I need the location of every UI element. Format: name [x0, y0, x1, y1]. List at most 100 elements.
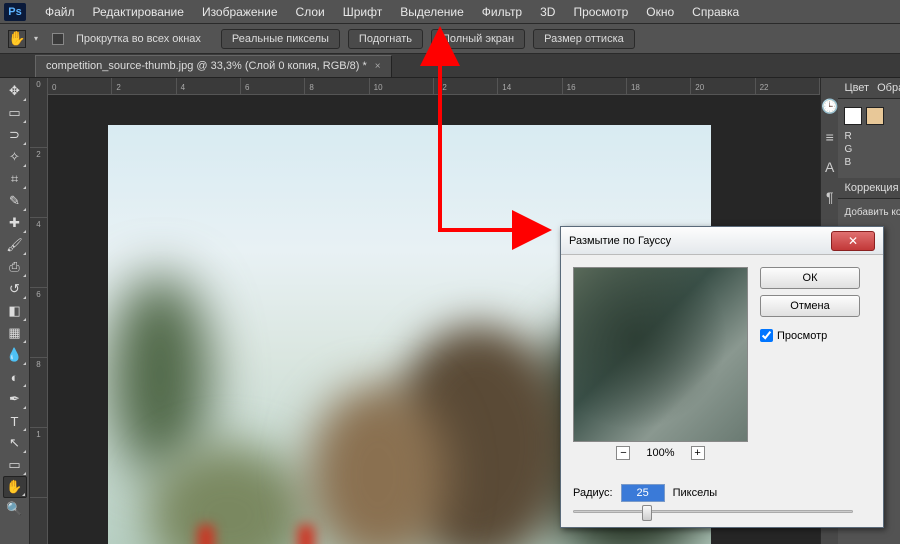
radius-slider[interactable]: [573, 510, 853, 513]
crop-tool[interactable]: ⌗: [3, 168, 27, 190]
gaussian-blur-dialog[interactable]: Размытие по Гауссу ✕ − 100% + ОК Отмена …: [560, 226, 884, 528]
hand-tool-icon[interactable]: ✋: [8, 30, 26, 48]
path-tool[interactable]: ↖: [3, 432, 27, 454]
blur-preview[interactable]: [573, 267, 748, 442]
ruler-h-tick: 2: [112, 78, 176, 94]
color-panel-body: R G B: [838, 99, 900, 178]
document-tab[interactable]: competition_source-thumb.jpg @ 33,3% (Сл…: [35, 55, 392, 77]
foreground-swatch[interactable]: [844, 107, 862, 125]
document-tab-bar: competition_source-thumb.jpg @ 33,3% (Сл…: [0, 54, 900, 78]
scroll-all-label: Прокрутка во всех окнах: [76, 33, 201, 45]
ruler-v-tick: 4: [30, 218, 47, 288]
menu-view[interactable]: Просмотр: [564, 1, 637, 23]
ruler-h-tick: 14: [498, 78, 562, 94]
hand-tool[interactable]: ✋: [3, 476, 27, 498]
lasso-tool[interactable]: ⊃: [3, 124, 27, 146]
zoom-out-button[interactable]: −: [616, 446, 630, 460]
menu-bar: Ps Файл Редактирование Изображение Слои …: [0, 0, 900, 24]
dodge-tool[interactable]: ◐: [3, 366, 27, 388]
menu-help[interactable]: Справка: [683, 1, 748, 23]
gradient-tool[interactable]: ▦: [3, 322, 27, 344]
eyedropper-tool[interactable]: ✎: [3, 190, 27, 212]
radius-unit: Пикселы: [673, 487, 718, 499]
ps-logo: Ps: [4, 3, 26, 21]
character-panel-icon[interactable]: A: [825, 159, 834, 175]
b-label: B: [844, 157, 851, 168]
menu-window[interactable]: Окно: [637, 1, 683, 23]
document-tab-title: competition_source-thumb.jpg @ 33,3% (Сл…: [46, 60, 367, 72]
background-swatch[interactable]: [866, 107, 884, 125]
ruler-h-tick: 22: [756, 78, 820, 94]
tab-close-icon[interactable]: ×: [375, 61, 381, 72]
zoom-level: 100%: [646, 447, 674, 459]
menu-edit[interactable]: Редактирование: [84, 1, 193, 23]
vertical-ruler: 0 2 4 6 8 1: [30, 78, 48, 544]
ruler-v-tick: 1: [30, 428, 47, 498]
ruler-h-tick: 4: [177, 78, 241, 94]
menu-select[interactable]: Выделение: [391, 1, 473, 23]
menu-filter[interactable]: Фильтр: [473, 1, 531, 23]
dialog-close-button[interactable]: ✕: [831, 231, 875, 251]
brush-tool[interactable]: 🖌: [3, 234, 27, 256]
actual-pixels-button[interactable]: Реальные пикселы: [221, 29, 340, 49]
r-label: R: [844, 131, 851, 142]
menu-type[interactable]: Шрифт: [334, 1, 391, 23]
ok-button[interactable]: ОК: [760, 267, 860, 289]
adjustments-tab[interactable]: Коррекция: [838, 178, 900, 199]
ruler-h-tick: 6: [241, 78, 305, 94]
ruler-v-tick: 2: [30, 148, 47, 218]
ruler-h-tick: 0: [48, 78, 112, 94]
ruler-v-tick: 8: [30, 358, 47, 428]
dialog-title: Размытие по Гауссу: [569, 235, 831, 247]
shape-tool[interactable]: ▭: [3, 454, 27, 476]
preview-label: Просмотр: [777, 330, 827, 342]
color-tab[interactable]: Цвет: [844, 82, 869, 94]
ruler-h-tick: 12: [434, 78, 498, 94]
ruler-v-tick: 6: [30, 288, 47, 358]
cancel-button[interactable]: Отмена: [760, 295, 860, 317]
radius-label: Радиус:: [573, 487, 613, 499]
menu-3d[interactable]: 3D: [531, 1, 564, 23]
history-brush-tool[interactable]: ↺: [3, 278, 27, 300]
dialog-titlebar[interactable]: Размытие по Гауссу ✕: [561, 227, 883, 255]
ruler-v-tick: 0: [30, 78, 47, 148]
color-panel-tabs: Цвет Обра: [838, 78, 900, 99]
move-tool[interactable]: ✥: [3, 80, 27, 102]
paragraph-panel-icon[interactable]: ¶: [826, 189, 834, 205]
type-tool[interactable]: T: [3, 410, 27, 432]
pen-tool[interactable]: ✒: [3, 388, 27, 410]
preview-checkbox[interactable]: [760, 329, 773, 342]
tool-preset-dropdown[interactable]: ▾: [34, 34, 38, 43]
ruler-h-tick: 10: [370, 78, 434, 94]
ruler-h-tick: 16: [563, 78, 627, 94]
radius-input[interactable]: [621, 484, 665, 502]
fill-screen-button[interactable]: Полный экран: [431, 29, 525, 49]
ruler-h-tick: 20: [691, 78, 755, 94]
stamp-tool[interactable]: ⎙: [3, 256, 27, 278]
eraser-tool[interactable]: ◧: [3, 300, 27, 322]
menu-file[interactable]: Файл: [36, 1, 84, 23]
menu-layers[interactable]: Слои: [287, 1, 334, 23]
add-adjustment-label: Добавить ко: [844, 207, 900, 218]
ruler-h-tick: 8: [305, 78, 369, 94]
adjustments-body: Добавить ко: [838, 199, 900, 226]
scroll-all-checkbox[interactable]: [52, 33, 64, 45]
options-bar: ✋ ▾ Прокрутка во всех окнах Реальные пик…: [0, 24, 900, 54]
radius-slider-thumb[interactable]: [642, 505, 652, 521]
blur-tool[interactable]: 💧: [3, 344, 27, 366]
tool-palette: ✥ ▭ ⊃ ✧ ⌗ ✎ ✚ 🖌 ⎙ ↺ ◧ ▦ 💧 ◐ ✒ T ↖ ▭ ✋ 🔍: [0, 78, 30, 544]
print-size-button[interactable]: Размер оттиска: [533, 29, 635, 49]
fit-screen-button[interactable]: Подогнать: [348, 29, 423, 49]
ruler-h-tick: 18: [627, 78, 691, 94]
history-panel-icon[interactable]: 🕒: [821, 98, 838, 115]
marquee-tool[interactable]: ▭: [3, 102, 27, 124]
menu-image[interactable]: Изображение: [193, 1, 287, 23]
wand-tool[interactable]: ✧: [3, 146, 27, 168]
properties-panel-icon[interactable]: ≡: [826, 129, 834, 145]
zoom-in-button[interactable]: +: [691, 446, 705, 460]
horizontal-ruler: 0 2 4 6 8 10 12 14 16 18 20 22: [48, 78, 820, 95]
heal-tool[interactable]: ✚: [3, 212, 27, 234]
swatches-tab[interactable]: Обра: [877, 82, 900, 94]
zoom-tool[interactable]: 🔍: [3, 498, 27, 520]
g-label: G: [844, 144, 852, 155]
